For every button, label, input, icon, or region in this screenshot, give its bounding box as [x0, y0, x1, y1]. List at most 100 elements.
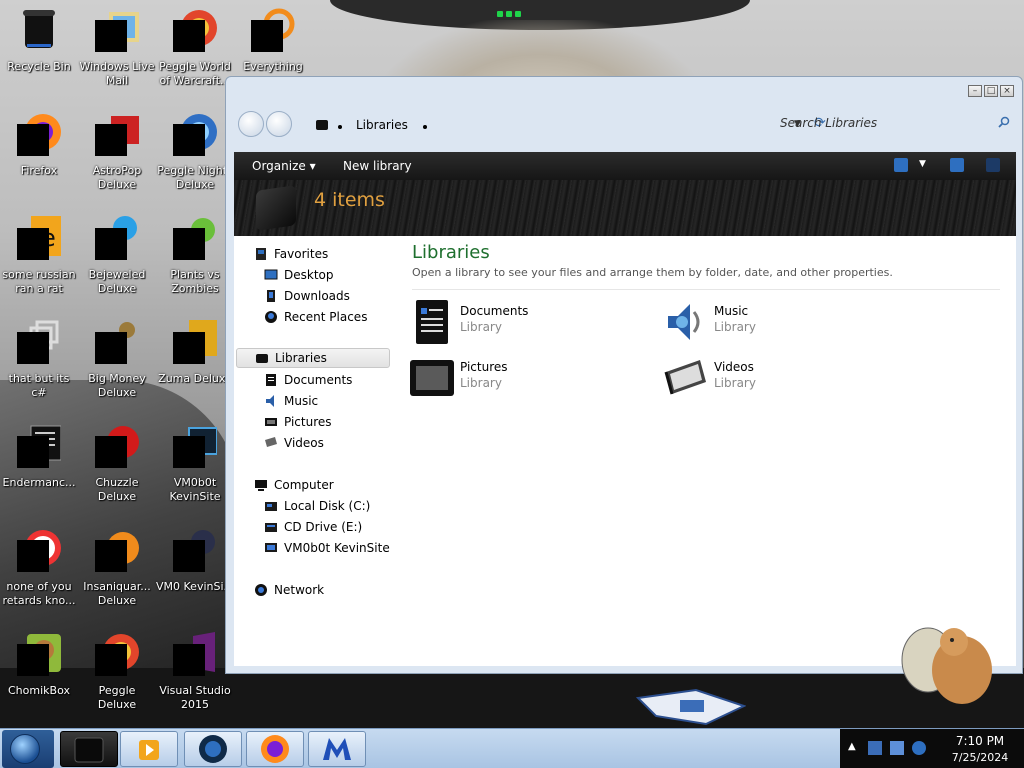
security-icon[interactable] [868, 741, 882, 755]
library-documents[interactable]: Documents Library [406, 298, 636, 346]
desktop-icon-peggle-deluxe[interactable]: Peggle Deluxe [78, 630, 156, 712]
desktop-icon-astropop[interactable]: 4 AstroPop Deluxe [78, 110, 156, 192]
show-hidden-icons[interactable]: ▲ [848, 741, 862, 755]
view-dropdown-icon[interactable]: ▼ [919, 159, 926, 169]
desktop-icon-recycle-bin[interactable]: Recycle Bin [0, 6, 78, 74]
clock-date[interactable]: 7/25/2024 [945, 751, 1015, 764]
address-row: Libraries ▼ ⟳ [236, 107, 1014, 139]
nav-computer[interactable]: Computer [254, 475, 409, 495]
videos-icon [265, 437, 277, 447]
wallpaper-lights [497, 6, 527, 17]
desktop-icon-windows-live-mail[interactable]: Windows Live Mail [78, 6, 156, 88]
clock-time[interactable]: 7:10 PM [945, 734, 1015, 748]
nav-videos[interactable]: Videos [264, 433, 419, 453]
pictures-icon [410, 360, 454, 396]
breadcrumb-separator[interactable] [423, 125, 427, 129]
divider [412, 289, 1000, 290]
nav-favorites[interactable]: Favorites [254, 244, 409, 264]
libraries-location-icon [316, 120, 328, 130]
library-type: Library [714, 376, 756, 390]
change-view-icon[interactable] [894, 158, 908, 172]
desktop-icon-insaniquarium[interactable]: Insaniquar... Deluxe [78, 526, 156, 608]
taskbar-malwarebytes[interactable] [308, 731, 366, 767]
media-player-icon [139, 740, 159, 760]
library-type: Library [714, 320, 756, 334]
app-icon [17, 422, 62, 468]
maximize-icon[interactable]: □ [984, 85, 998, 97]
downloads-icon [267, 290, 275, 302]
new-library-button[interactable]: New library [343, 159, 412, 173]
library-name: Music [714, 304, 749, 318]
mail-icon [95, 6, 139, 52]
desktop-icon-that-but-c[interactable]: that but its c# [0, 318, 78, 400]
desktop-icon-chomikbox[interactable]: ChomikBox [0, 630, 78, 698]
nav-desktop[interactable]: Desktop [264, 265, 419, 285]
start-button[interactable] [2, 730, 54, 768]
nav-network-share[interactable]: VM0b0t KevinSite [264, 538, 419, 558]
close-icon[interactable]: × [1000, 85, 1014, 97]
breadcrumb-separator[interactable] [338, 125, 342, 129]
library-pictures[interactable]: Pictures Library [406, 354, 636, 402]
nav-documents[interactable]: Documents [264, 370, 419, 390]
desktop-icon-firefox[interactable]: Firefox [0, 110, 78, 178]
desktop-icon-peggle-wow[interactable]: Peggle World of Warcraft... [156, 6, 234, 88]
nav-pictures[interactable]: Pictures [264, 412, 419, 432]
windows-logo-icon [10, 734, 40, 764]
page-description: Open a library to see your files and arr… [412, 266, 893, 279]
desktop-icon-big-money[interactable]: Big Money Deluxe [78, 318, 156, 400]
volume-icon[interactable] [912, 741, 926, 755]
desktop-icon-vm-kevinsite[interactable]: VM0b0t KevinSite [156, 422, 234, 504]
nav-recent-places[interactable]: Recent Places [264, 307, 419, 327]
nav-libraries[interactable]: Libraries [236, 348, 390, 368]
library-videos[interactable]: Videos Library [660, 354, 890, 402]
main-pane: Libraries Open a library to see your fil… [404, 236, 1004, 666]
preview-pane-icon[interactable] [950, 158, 964, 172]
desktop-icon-russian-rat[interactable]: e some russian ran a rat [0, 214, 78, 296]
organize-button[interactable]: Organize ▾ [252, 159, 316, 173]
fish-icon [95, 526, 139, 572]
desktop-icon-everything[interactable]: Everything [234, 6, 312, 74]
nav-local-disk[interactable]: Local Disk (C:) [264, 496, 419, 516]
nav-label: Libraries [275, 351, 327, 365]
forward-button[interactable] [266, 111, 292, 137]
nav-label: Favorites [274, 247, 329, 261]
search-input[interactable] [774, 111, 1014, 135]
search-icon[interactable] [998, 116, 1010, 128]
taskbar-globe-app[interactable] [184, 731, 242, 767]
network-tray-icon[interactable] [890, 741, 904, 755]
nav-music[interactable]: Music [264, 391, 419, 411]
desktop-icon-chuzzle[interactable]: Chuzzle Deluxe [78, 422, 156, 504]
desktop-icon-bejeweled[interactable]: Bejeweled Deluxe [78, 214, 156, 296]
game-icon [95, 422, 139, 468]
taskbar-firefox[interactable] [246, 731, 304, 767]
star-icon [256, 248, 266, 260]
desktop-icon-vm0-kevinsite[interactable]: VM0 KevinSi... [156, 526, 234, 594]
nav-label: Local Disk (C:) [284, 499, 371, 513]
desktop-icon-peggle-nights[interactable]: Peggle Nights Deluxe [156, 110, 234, 192]
nav-label: Network [274, 583, 325, 597]
desktop-icon-none-of-you[interactable]: none of you retards kno... [0, 526, 78, 608]
taskbar-media-player[interactable] [120, 731, 178, 767]
library-name: Videos [714, 360, 754, 374]
desktop-icon-zuma[interactable]: Zuma Deluxe [156, 318, 234, 386]
nav-label: Videos [284, 436, 324, 450]
nav-label: Pictures [284, 415, 332, 429]
nav-cd-drive[interactable]: CD Drive (E:) [264, 517, 419, 537]
gem-icon [95, 214, 139, 260]
desktop-icon-endermanch[interactable]: Endermanc... [0, 422, 78, 490]
library-music[interactable]: Music Library [660, 298, 890, 346]
minimize-icon[interactable]: – [968, 85, 982, 97]
nav-downloads[interactable]: Downloads [264, 286, 419, 306]
libraries-icon [74, 737, 104, 763]
help-icon[interactable] [986, 158, 1000, 172]
nav-label: Recent Places [284, 310, 368, 324]
network-drive-icon [173, 422, 218, 468]
address-bar[interactable]: Libraries ▼ ⟳ [306, 111, 826, 135]
back-button[interactable] [238, 111, 264, 137]
window-controls: – □ × [968, 85, 1014, 97]
nav-network[interactable]: Network [254, 580, 409, 600]
desktop-icon-plants-vs-zombies[interactable]: Plants vs Zombies [156, 214, 234, 296]
desktop-icon-visual-studio[interactable]: Visual Studio 2015 [156, 630, 234, 712]
taskbar-explorer[interactable] [60, 731, 118, 767]
breadcrumb-libraries[interactable]: Libraries [356, 118, 408, 132]
